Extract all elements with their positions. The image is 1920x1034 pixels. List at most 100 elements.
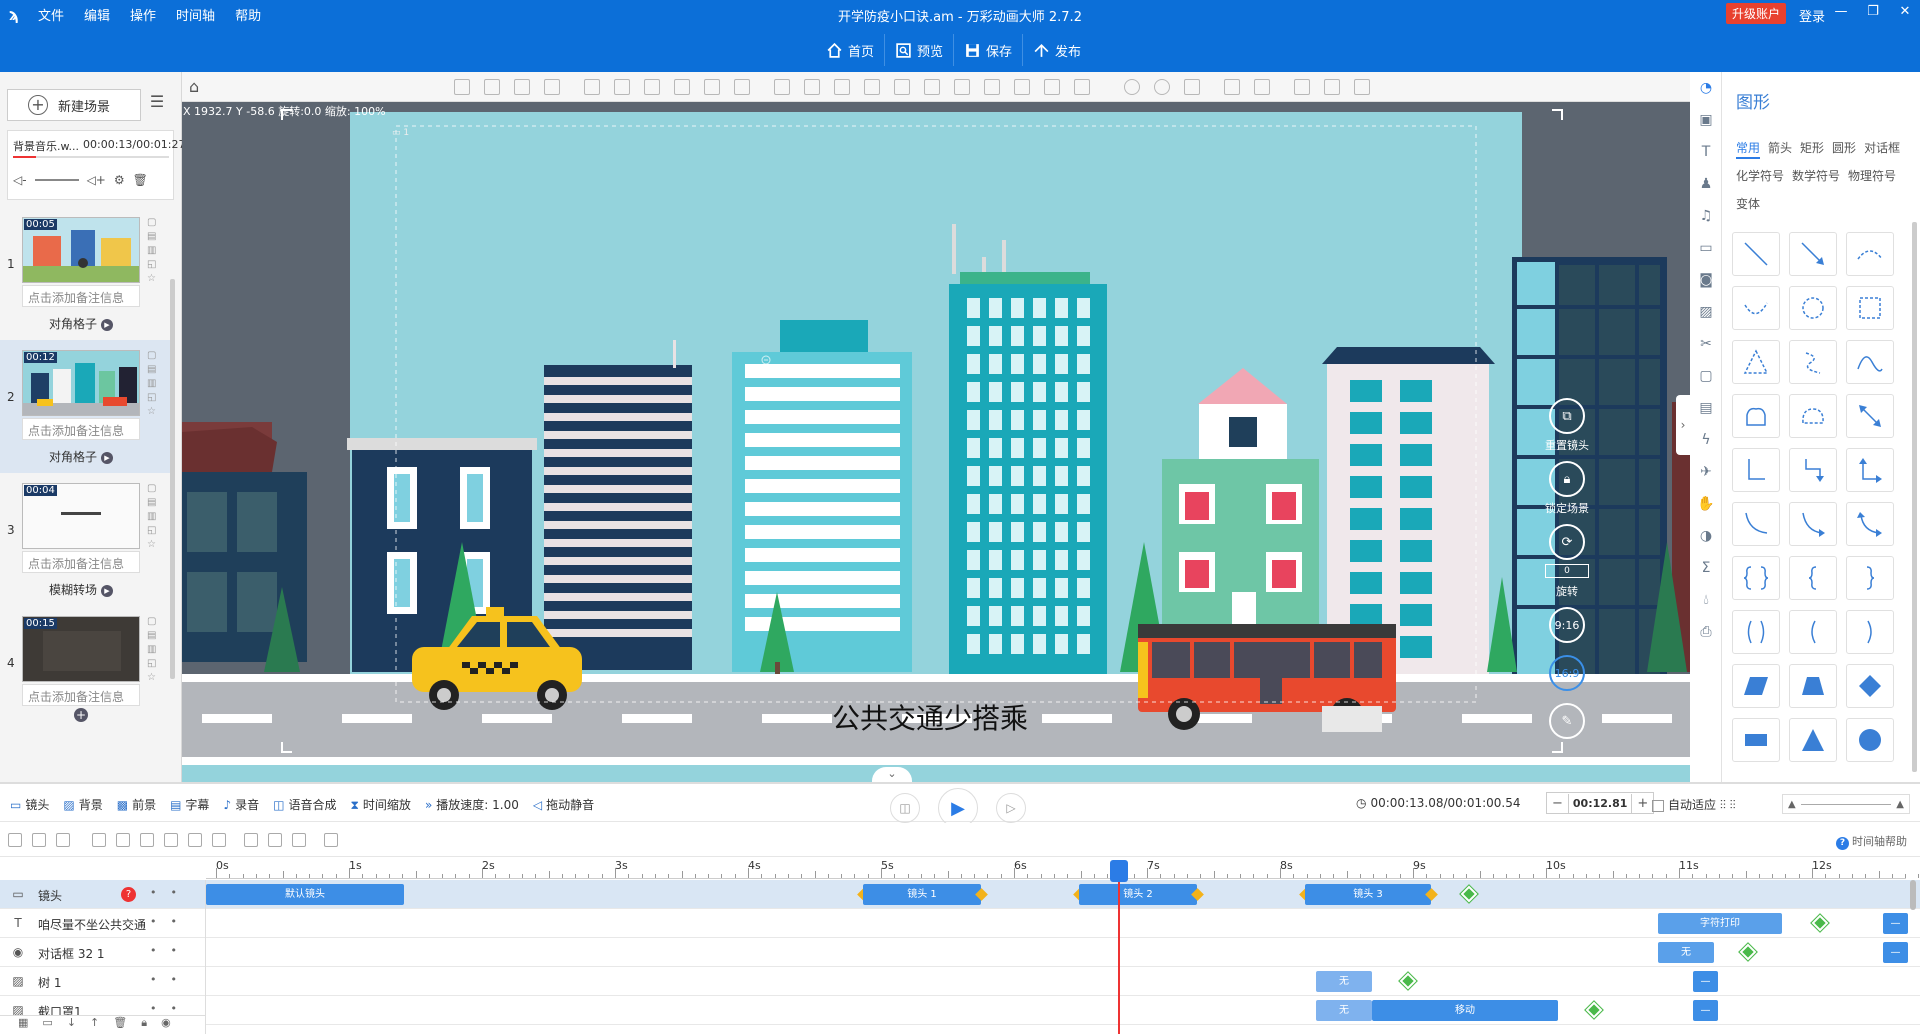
align-top-icon[interactable] <box>924 79 940 95</box>
volume-up-icon[interactable]: ◁+ <box>87 173 106 187</box>
picture-icon[interactable]: ▨ <box>1690 296 1722 328</box>
send-back-icon[interactable] <box>544 79 560 95</box>
scene-note-input[interactable]: 点击添加备注信息 <box>22 285 140 307</box>
track-visibility[interactable]: •• <box>150 973 191 986</box>
curve-connector-shape[interactable] <box>1732 502 1780 546</box>
add-keyframe-icon[interactable] <box>1398 971 1418 991</box>
crop-icon[interactable] <box>674 79 690 95</box>
line-shape[interactable] <box>1732 232 1780 276</box>
scene-thumbnail[interactable]: 00:15 <box>22 616 140 682</box>
drop-icon[interactable]: 💧︎ <box>1690 584 1722 616</box>
scene-thumbnail[interactable]: 00:12 <box>22 350 140 416</box>
delete-icon[interactable] <box>704 79 720 95</box>
camera-help-icon[interactable]: ? <box>121 887 136 902</box>
space-v-icon[interactable] <box>1014 79 1030 95</box>
curve-shape[interactable] <box>1732 286 1780 330</box>
track-tree[interactable]: ▨ 树 1 •• 无 — <box>0 967 1920 996</box>
scene-note-input[interactable]: 点击添加备注信息 <box>22 551 140 573</box>
arc-shape[interactable] <box>1846 232 1894 276</box>
background-button[interactable]: ▨ 背景 <box>63 796 102 813</box>
media-icon[interactable]: ◙ <box>1690 264 1722 296</box>
menu-timeline[interactable]: 时间轴 <box>166 5 225 24</box>
left-brace-shape[interactable] <box>1789 556 1837 600</box>
crop-icon[interactable] <box>56 833 70 847</box>
ratio-9-16-button[interactable]: 9:16 <box>1549 607 1585 643</box>
reset-camera-button[interactable]: ⧉ <box>1549 398 1585 434</box>
tts-button[interactable]: ◫ 语音合成 <box>273 796 336 813</box>
music-icon[interactable]: ♫ <box>1690 200 1722 232</box>
play-button[interactable]: ▶ <box>938 788 978 828</box>
tab-rectangles[interactable]: 矩形 <box>1800 141 1824 155</box>
play-icon[interactable]: ▶ <box>101 584 113 597</box>
tab-arrows[interactable]: 箭头 <box>1768 141 1792 155</box>
align-center-icon[interactable] <box>116 833 130 847</box>
group-icon[interactable] <box>454 79 470 95</box>
tab-math[interactable]: 数学符号 <box>1792 169 1840 183</box>
export-icon[interactable]: ▥ <box>147 511 156 522</box>
delete-icon[interactable]: ▤ <box>147 630 156 641</box>
ratio-16-9-button[interactable]: 16:9 <box>1549 655 1585 691</box>
playhead-handle[interactable] <box>1110 860 1128 882</box>
right-bracket-shape[interactable] <box>1846 610 1894 654</box>
scene-list-scrollbar[interactable] <box>170 279 175 679</box>
list-icon[interactable] <box>324 833 338 847</box>
star-icon[interactable]: ☆ <box>147 539 156 550</box>
trim-icon[interactable] <box>292 833 306 847</box>
lock-scene-button[interactable]: 🔒︎ <box>1549 461 1585 497</box>
sigma-icon[interactable]: Σ <box>1690 552 1722 584</box>
merge-icon[interactable]: ◱ <box>147 392 156 403</box>
publish-button[interactable]: 发布 <box>1022 34 1091 66</box>
elbow-shape[interactable] <box>1732 448 1780 492</box>
tab-dialogs[interactable]: 对话框 <box>1864 141 1900 155</box>
shape-icon[interactable]: ◔ <box>1690 72 1722 104</box>
align-start-icon[interactable] <box>164 833 178 847</box>
split-icon[interactable] <box>244 833 258 847</box>
circle-shape[interactable] <box>1789 286 1837 330</box>
time-value-input[interactable]: 00:12.81 <box>1567 793 1633 813</box>
flip-h-icon[interactable] <box>584 79 600 95</box>
star-icon[interactable]: ☆ <box>147 672 156 683</box>
add-keyframe-icon[interactable] <box>1810 913 1830 933</box>
add-keyframe-icon[interactable] <box>1584 1000 1604 1020</box>
filter-icon[interactable] <box>32 833 46 847</box>
stretch-icon[interactable] <box>212 833 226 847</box>
stage-canvas[interactable] <box>182 102 1690 782</box>
tab-chemistry[interactable]: 化学符号 <box>1736 169 1784 183</box>
clip-move[interactable]: 移动 <box>1372 1000 1558 1021</box>
image-icon[interactable]: ▣ <box>1690 104 1722 136</box>
freehand-shape[interactable] <box>1789 340 1837 384</box>
character-icon[interactable]: ♟ <box>1690 168 1722 200</box>
tab-circles[interactable]: 圆形 <box>1832 141 1856 155</box>
bring-front-icon[interactable] <box>514 79 530 95</box>
align-bottom-icon[interactable] <box>954 79 970 95</box>
bubble-icon[interactable]: ▭ <box>1690 232 1722 264</box>
blob-shape[interactable] <box>1789 394 1837 438</box>
clip-none[interactable]: 无 <box>1316 971 1372 992</box>
lock-icon[interactable]: 🔒︎ <box>141 1016 147 1034</box>
cloud-shape[interactable] <box>1732 394 1780 438</box>
align-center-icon[interactable] <box>774 79 790 95</box>
align-right-icon[interactable] <box>894 79 910 95</box>
export-icon[interactable]: ▥ <box>147 644 156 655</box>
arrow-line-shape[interactable] <box>1789 232 1837 276</box>
tab-variants[interactable]: 变体 <box>1736 197 1760 211</box>
paste-icon[interactable] <box>1254 79 1270 95</box>
timeline-ruler[interactable]: 0s 1s 2s 3s 4s 5s 6s 7s 8s 9s 10s 11s 12s <box>206 857 1920 879</box>
diamond-shape[interactable] <box>1846 664 1894 708</box>
track-visibility[interactable]: •• <box>150 944 191 957</box>
curve-double-arrow-shape[interactable] <box>1846 502 1894 546</box>
playhead[interactable] <box>1118 862 1120 1034</box>
star-icon[interactable]: ☆ <box>147 406 156 417</box>
restore-icon[interactable]: ❐ <box>1862 4 1884 19</box>
settings-icon[interactable]: ⚙ <box>114 173 125 187</box>
increment-button[interactable]: + <box>1632 796 1653 811</box>
playback-speed-button[interactable]: » 播放速度: 1.00 <box>425 796 519 813</box>
same-height-icon[interactable] <box>1074 79 1090 95</box>
brace-pair-shape[interactable] <box>1732 556 1780 600</box>
move-down-icon[interactable]: ↓ <box>67 1016 76 1034</box>
menu-help[interactable]: 帮助 <box>225 5 271 24</box>
chart-icon[interactable]: ◑ <box>1690 520 1722 552</box>
lock-canvas-icon[interactable] <box>1184 79 1200 95</box>
close-icon[interactable]: ✕ <box>1894 4 1916 19</box>
space-h-icon[interactable] <box>984 79 1000 95</box>
